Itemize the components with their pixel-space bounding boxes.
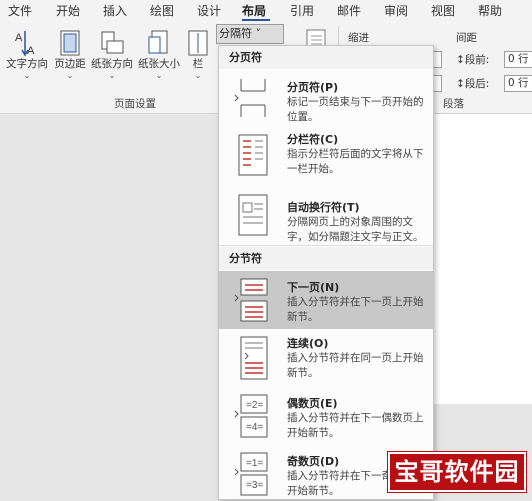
chevron-down-icon: ⌄ [194, 71, 202, 80]
continuous-title: 连续(O) [287, 337, 329, 350]
next-page-title: 下一页(N) [287, 281, 340, 294]
tab-design[interactable]: 设计 [197, 3, 221, 19]
svg-text:=1=: =1= [246, 458, 263, 469]
breaks-label: 分隔符 ˅ [219, 27, 261, 40]
menu-item-column-break[interactable]: 分栏符(C) 指示分栏符后面的文字将从下一栏开始。 [219, 127, 433, 185]
spacing-after-field[interactable]: 0 行 [504, 75, 532, 92]
breaks-button[interactable]: 分隔符 ˅ [216, 24, 284, 44]
menu-item-continuous[interactable]: 连续(O) 插入分节符并在同一页上开始新节。 [219, 329, 433, 387]
text-direction-label: 文字方向 [6, 58, 48, 70]
tab-view[interactable]: 视图 [431, 3, 455, 19]
even-page-desc: 插入分节符并在下一偶数页上开始新节。 [287, 412, 424, 439]
document-page[interactable] [432, 114, 532, 404]
spacing-after-label: ↕段后: [456, 78, 490, 90]
menu-item-even-page[interactable]: =2= =4= 偶数页(E) 插入分节符并在下一偶数页上开始新节。 [219, 387, 433, 445]
page-breaks-header: 分页符 [219, 46, 433, 69]
next-page-desc: 插入分节符并在下一页上开始新节。 [287, 296, 424, 323]
page-break-desc: 标记一页结束与下一页开始的位置。 [287, 96, 424, 123]
page-break-icon [234, 79, 266, 117]
page-setup-group-label: 页面设置 [114, 98, 156, 110]
orientation-icon [101, 31, 124, 54]
paragraph-group-label: 段落 [443, 98, 464, 110]
columns-label: 栏 [192, 58, 204, 70]
columns-button[interactable]: 栏 ⌄ [186, 28, 210, 80]
margins-icon [60, 30, 80, 56]
orientation-label: 纸张方向 [91, 58, 133, 70]
chevron-down-icon: ⌄ [23, 71, 31, 80]
menu-item-next-page[interactable]: 下一页(N) 插入分节符并在下一页上开始新节。 [219, 271, 433, 329]
chevron-down-icon: ⌄ [108, 71, 116, 80]
text-wrapping-break-desc: 分隔网页上的对象周围的文字，如分隔题注文字与正文。 [287, 216, 424, 243]
text-direction-icon: A A [15, 31, 35, 57]
svg-text:=2=: =2= [246, 400, 263, 411]
tab-references[interactable]: 引用 [290, 3, 314, 19]
spacing-after-icon: ↕ [456, 78, 465, 90]
spacing-before-field[interactable]: 0 行 [504, 51, 532, 68]
menu-divider [219, 245, 433, 246]
tab-home[interactable]: 开始 [56, 3, 80, 19]
spacing-before-icon: ↕ [456, 54, 465, 66]
margins-button[interactable]: 页边距 ⌄ [52, 28, 88, 80]
even-page-title: 偶数页(E) [287, 397, 338, 410]
tab-draw[interactable]: 绘图 [150, 3, 174, 19]
tab-layout[interactable]: 布局 [242, 3, 266, 19]
tab-review[interactable]: 审阅 [384, 3, 408, 19]
ribbon-tab-bar: 文件 开始 插入 绘图 设计 布局 引用 邮件 审阅 视图 帮助 [0, 0, 532, 22]
chevron-down-icon: ⌄ [155, 71, 163, 80]
spacing-label: 间距 [456, 32, 477, 44]
column-break-desc: 指示分栏符后面的文字将从下一栏开始。 [287, 148, 424, 175]
menu-item-page-break[interactable]: 分页符(P) 标记一页结束与下一页开始的位置。 [219, 69, 433, 127]
chevron-down-icon: ⌄ [66, 71, 74, 80]
size-label: 纸张大小 [138, 58, 180, 70]
spacing-before-label: ↕段前: [456, 54, 490, 66]
even-page-icon: =2= =4= [234, 394, 268, 438]
margins-label: 页边距 [54, 58, 86, 70]
active-tab-indicator [242, 19, 270, 21]
odd-page-title: 奇数页(D) [287, 455, 340, 468]
indent-label: 缩进 [348, 32, 369, 44]
column-break-icon [238, 134, 268, 176]
orientation-button[interactable]: 纸张方向 ⌄ [89, 28, 135, 80]
odd-page-icon: =1= =3= [234, 452, 268, 496]
tab-insert[interactable]: 插入 [103, 3, 127, 19]
tab-mailings[interactable]: 邮件 [337, 3, 361, 19]
column-break-title: 分栏符(C) [287, 133, 339, 146]
watermark-logo: 宝哥软件园 [387, 451, 527, 493]
svg-text:A: A [15, 32, 23, 44]
page-break-title: 分页符(P) [287, 81, 339, 94]
breaks-dropdown-menu: 分页符 分页符(P) 标记一页结束与下一页开始的位置。 分栏符(C) 指示分栏符… [218, 45, 434, 500]
size-button[interactable]: 纸张大小 ⌄ [136, 28, 182, 80]
section-breaks-header: 分节符 [219, 247, 433, 270]
tab-file[interactable]: 文件 [8, 3, 32, 19]
svg-text:=3=: =3= [246, 480, 263, 491]
text-wrapping-break-icon [238, 194, 268, 236]
continuous-desc: 插入分节符并在同一页上开始新节。 [287, 352, 424, 379]
text-wrapping-break-title: 自动换行符(T) [287, 201, 360, 214]
text-direction-button[interactable]: A A 文字方向 ⌄ [4, 28, 50, 80]
columns-icon [188, 30, 208, 56]
tab-help[interactable]: 帮助 [478, 3, 502, 19]
svg-text:=4=: =4= [246, 422, 263, 433]
menu-item-text-wrapping-break[interactable]: 自动换行符(T) 分隔网页上的对象周围的文字，如分隔题注文字与正文。 [219, 185, 433, 245]
continuous-icon [240, 336, 268, 380]
size-icon [148, 30, 168, 54]
next-page-icon [234, 278, 268, 322]
